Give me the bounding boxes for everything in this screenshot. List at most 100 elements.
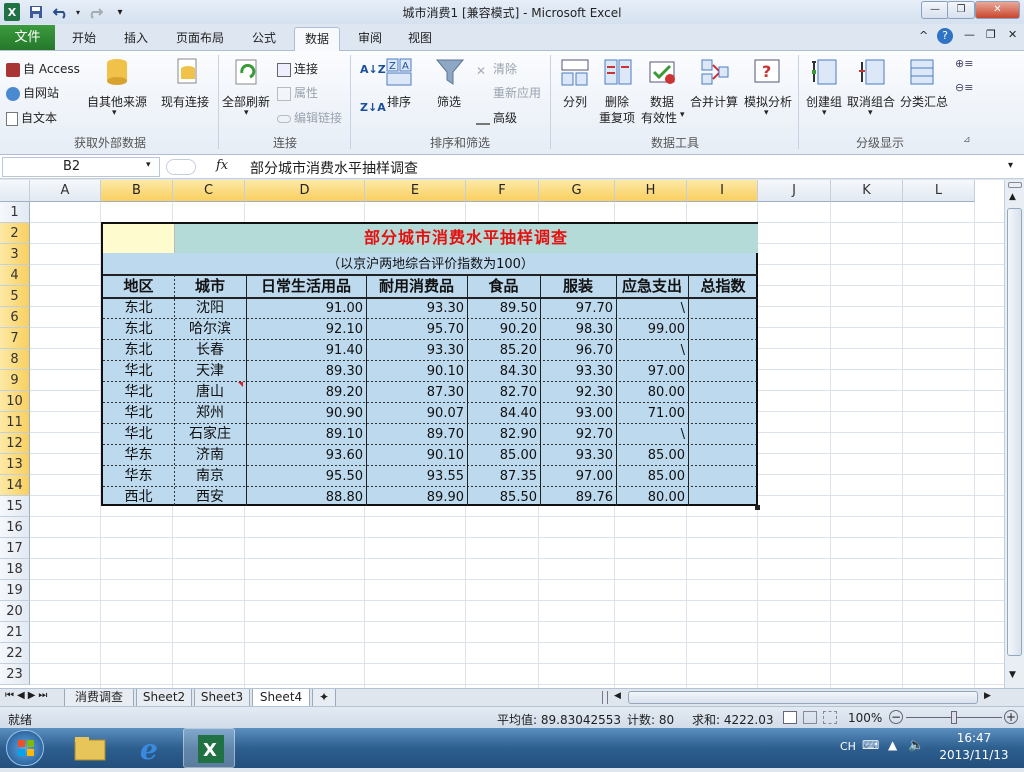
table-cell[interactable]: 87.35 <box>467 466 537 487</box>
column-header-e[interactable]: E <box>365 180 466 202</box>
table-cell[interactable]: \ <box>616 298 685 319</box>
table-cell[interactable]: 93.30 <box>540 445 613 466</box>
data-validation-button-1[interactable]: 数据 <box>650 93 674 110</box>
table-cell[interactable]: 97.00 <box>540 466 613 487</box>
doc-restore-icon[interactable]: ❐ <box>986 28 996 41</box>
row-header-9[interactable]: 9 <box>0 370 30 391</box>
table-cell[interactable]: 华北 <box>103 382 174 403</box>
formula-content[interactable]: 部分城市消费水平抽样调查 <box>250 158 418 178</box>
table-cell[interactable]: 89.50 <box>467 298 537 319</box>
table-cell[interactable]: 95.50 <box>246 466 363 487</box>
row-header-16[interactable]: 16 <box>0 517 30 538</box>
clock-time[interactable]: 16:47 <box>944 731 1004 745</box>
row-header-4[interactable]: 4 <box>0 265 30 286</box>
help-icon[interactable]: ? <box>937 28 953 44</box>
column-header-i[interactable]: I <box>687 180 758 202</box>
table-header-cell[interactable]: 总指数 <box>688 276 758 297</box>
row-header-17[interactable]: 17 <box>0 538 30 559</box>
edit-links-button[interactable]: 编辑链接 <box>277 109 342 126</box>
row-header-7[interactable]: 7 <box>0 328 30 349</box>
table-cell[interactable]: 华北 <box>103 361 174 382</box>
table-cell[interactable]: 85.00 <box>616 466 685 487</box>
sort-desc-icon[interactable]: Z↓A <box>360 101 386 114</box>
table-header-cell[interactable]: 耐用消费品 <box>366 276 467 297</box>
table-cell[interactable]: 98.30 <box>540 319 613 340</box>
row-header-14[interactable]: 14 <box>0 475 30 496</box>
table-cell[interactable]: 华北 <box>103 403 174 424</box>
sheet-nav-icons[interactable]: ⏮◀▶⏭ <box>5 690 50 701</box>
advanced-filter-button[interactable]: 高级 <box>476 109 517 126</box>
table-cell[interactable]: 85.50 <box>467 487 537 508</box>
page-layout-view-icon[interactable] <box>803 711 817 724</box>
from-access-button[interactable]: 自 Access <box>6 60 80 77</box>
remove-duplicates-button-2[interactable]: 重复项 <box>599 109 635 126</box>
table-cell[interactable]: 80.00 <box>616 382 685 403</box>
tray-expand-icon[interactable]: ▲ <box>888 738 897 752</box>
table-cell[interactable]: 89.20 <box>246 382 363 403</box>
row-header-22[interactable]: 22 <box>0 643 30 664</box>
row-header-20[interactable]: 20 <box>0 601 30 622</box>
insert-function-icon[interactable]: fx <box>216 158 228 173</box>
tab-data[interactable]: 数据 <box>294 27 340 51</box>
table-cell[interactable]: 华北 <box>103 424 174 445</box>
filter-button[interactable]: 筛选 <box>437 93 461 110</box>
table-cell[interactable]: 89.76 <box>540 487 613 508</box>
column-header-a[interactable]: A <box>30 180 101 202</box>
name-box[interactable]: B2 <box>2 157 160 177</box>
tab-view[interactable]: 视图 <box>400 27 440 51</box>
table-cell[interactable]: 97.00 <box>616 361 685 382</box>
table-cell[interactable]: 92.10 <box>246 319 363 340</box>
table-cell[interactable]: 89.30 <box>246 361 363 382</box>
column-header-d[interactable]: D <box>245 180 365 202</box>
doc-minimize-icon[interactable]: — <box>964 28 975 41</box>
column-header-k[interactable]: K <box>831 180 903 202</box>
table-cell[interactable]: 89.10 <box>246 424 363 445</box>
show-detail-icon[interactable]: ⊕≡ <box>955 57 973 70</box>
table-header-cell[interactable]: 日常生活用品 <box>246 276 366 297</box>
column-header-j[interactable]: J <box>758 180 831 202</box>
table-cell[interactable]: 91.00 <box>246 298 363 319</box>
row-header-15[interactable]: 15 <box>0 496 30 517</box>
sort-asc-icon[interactable]: A↓Z <box>360 63 386 76</box>
table-cell[interactable]: 93.55 <box>366 466 464 487</box>
tab-home[interactable]: 开始 <box>64 27 104 51</box>
consolidate-button[interactable]: 合并计算 <box>690 93 738 110</box>
table-cell[interactable]: 唐山 <box>174 382 246 403</box>
scroll-thumb[interactable] <box>1007 208 1022 656</box>
table-cell[interactable]: 哈尔滨 <box>174 319 246 340</box>
insert-sheet-icon[interactable]: ✦ <box>312 689 336 707</box>
fill-handle[interactable] <box>755 505 760 510</box>
table-cell[interactable]: 90.10 <box>366 445 464 466</box>
row-header-13[interactable]: 13 <box>0 454 30 475</box>
tab-split-handle[interactable] <box>602 691 608 704</box>
sort-button[interactable]: 排序 <box>387 93 411 110</box>
table-cell[interactable]: 93.30 <box>540 361 613 382</box>
ungroup-dropdown-icon[interactable]: ▾ <box>868 108 873 118</box>
column-header-g[interactable]: G <box>539 180 615 202</box>
expand-formula-icon[interactable]: ▾ <box>1008 160 1013 171</box>
table-header-cell[interactable]: 服装 <box>540 276 616 297</box>
data-validation-button-2[interactable]: 有效性 <box>641 109 677 126</box>
cell-b2[interactable] <box>103 224 174 253</box>
row-header-19[interactable]: 19 <box>0 580 30 601</box>
reapply-button[interactable]: 重新应用 <box>476 84 541 101</box>
hide-detail-icon[interactable]: ⊖≡ <box>955 81 973 94</box>
formula-bar-grip[interactable] <box>166 159 196 175</box>
sheet-tab-sheet4[interactable]: Sheet4 <box>252 689 310 707</box>
from-text-button[interactable]: 自文本 <box>6 109 57 126</box>
table-cell[interactable]: 84.30 <box>467 361 537 382</box>
worksheet[interactable]: ABCDEFGHIJKL 1 2 3 4 5 6 7 8 9 10 11 12 13 14 15 16 17 18… <box>0 180 1004 688</box>
horizontal-scroll-thumb[interactable] <box>628 691 978 704</box>
remove-duplicates-button-1[interactable]: 删除 <box>605 93 629 110</box>
table-cell[interactable]: 沈阳 <box>174 298 246 319</box>
row-header-3[interactable]: 3 <box>0 244 30 265</box>
sheet-tab-sheet3[interactable]: Sheet3 <box>194 689 250 707</box>
from-web-button[interactable]: 自网站 <box>6 84 59 101</box>
tab-page-layout[interactable]: 页面布局 <box>168 27 232 51</box>
zoom-in-icon[interactable]: + <box>1004 710 1018 724</box>
sheet-tab-sheet2[interactable]: Sheet2 <box>136 689 192 707</box>
table-cell[interactable]: 84.40 <box>467 403 537 424</box>
minimize-button[interactable]: — <box>921 1 949 19</box>
scroll-left-icon[interactable]: ◀ <box>614 691 621 701</box>
row-header-11[interactable]: 11 <box>0 412 30 433</box>
